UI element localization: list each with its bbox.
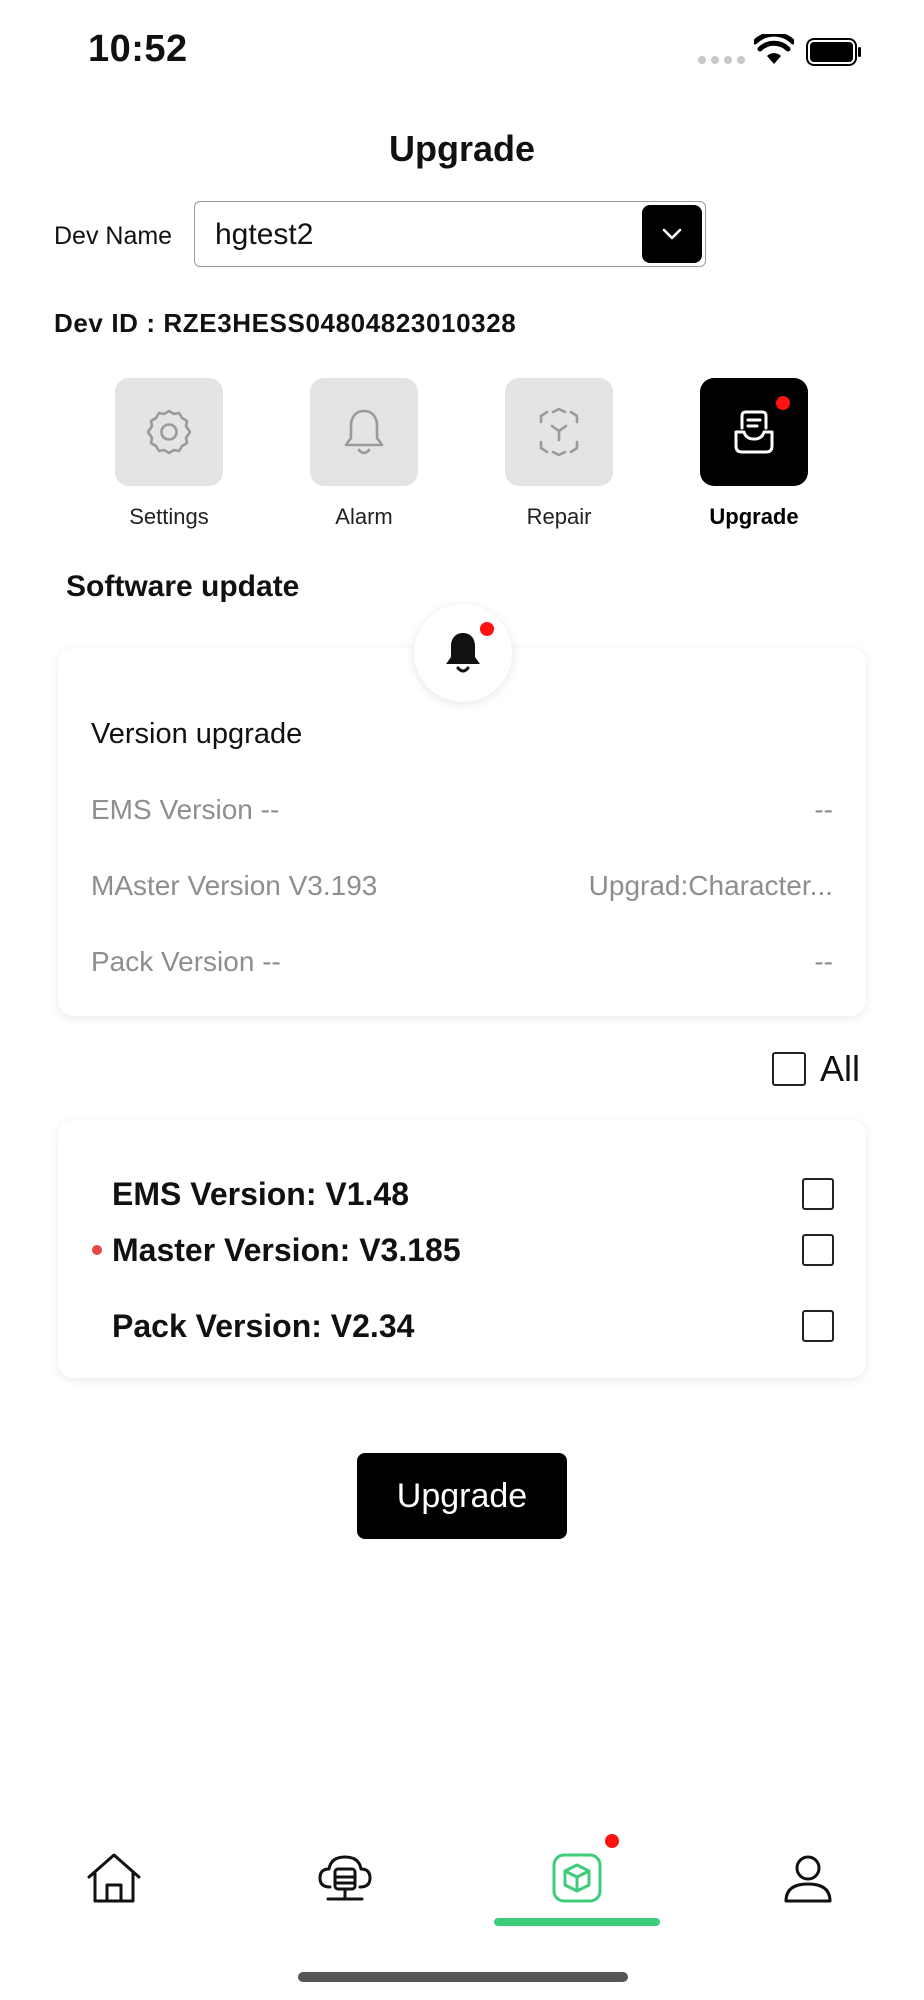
nav-profile[interactable] — [776, 1846, 840, 1910]
option-row-master[interactable]: Master Version: V3.185 — [112, 1230, 834, 1270]
option-checkbox[interactable] — [802, 1178, 834, 1210]
version-row-label: Pack Version -- — [91, 946, 281, 977]
battery-icon — [806, 38, 861, 66]
version-row-value: Upgrad:Character... — [588, 870, 833, 901]
tab-upgrade[interactable] — [700, 378, 808, 486]
upgrade-button[interactable]: Upgrade — [357, 1453, 567, 1539]
bell-icon — [446, 633, 480, 673]
tab-alarm[interactable] — [310, 378, 418, 486]
user-icon — [784, 1855, 832, 1903]
nav-upgrade-badge — [605, 1834, 619, 1848]
repair-icon — [539, 407, 579, 457]
upgrade-box-icon — [552, 1853, 602, 1903]
bell-icon — [344, 409, 384, 455]
select-all-label: All — [820, 1048, 861, 1089]
notification-bell-button[interactable] — [414, 604, 512, 702]
option-checkbox[interactable] — [802, 1234, 834, 1266]
version-row-ems: EMS Version -- -- — [91, 794, 833, 826]
gear-icon — [146, 409, 192, 455]
tab-alarm-label: Alarm — [335, 504, 393, 529]
version-row-pack: Pack Version -- -- — [91, 946, 833, 978]
dev-name-label: Dev Name — [54, 222, 173, 250]
wifi-icon — [754, 34, 794, 64]
tab-repair-label: Repair — [526, 504, 592, 529]
option-label: EMS Version: V1.48 — [112, 1175, 410, 1212]
nav-home[interactable] — [82, 1846, 146, 1910]
option-row-pack[interactable]: Pack Version: V2.34 — [112, 1306, 834, 1346]
status-time: 10:52 — [88, 28, 188, 70]
option-checkbox[interactable] — [802, 1310, 834, 1342]
device-icon — [318, 1855, 372, 1901]
chevron-down-icon — [662, 228, 682, 240]
select-all[interactable]: All — [772, 1048, 860, 1090]
options-card: EMS Version: V1.48 Master Version: V3.18… — [58, 1120, 866, 1378]
home-indicator — [298, 1972, 628, 1982]
version-upgrade-label: Version upgrade — [91, 718, 303, 750]
home-icon — [87, 1853, 141, 1903]
device-select[interactable]: hgtest2 — [194, 201, 706, 267]
option-marker-dot — [92, 1245, 102, 1255]
select-all-checkbox[interactable] — [772, 1052, 806, 1086]
version-row-master: MAster Version V3.193 Upgrad:Character..… — [91, 870, 833, 902]
version-row-value: -- — [814, 946, 833, 977]
dropdown-button[interactable] — [642, 205, 702, 263]
version-row-label: EMS Version -- — [91, 794, 280, 825]
bell-badge — [480, 622, 494, 636]
nav-device[interactable] — [313, 1846, 377, 1910]
version-card: Version upgrade EMS Version -- -- MAster… — [58, 648, 866, 1016]
section-title: Software update — [66, 570, 300, 603]
nav-active-indicator — [494, 1918, 660, 1926]
tab-upgrade-badge — [776, 396, 790, 410]
tab-repair[interactable] — [505, 378, 613, 486]
tab-upgrade-label: Upgrade — [709, 504, 799, 529]
option-label: Pack Version: V2.34 — [112, 1307, 415, 1344]
upgrade-icon — [734, 410, 774, 454]
cellular-signal-icon — [698, 56, 745, 64]
page-title: Upgrade — [388, 128, 536, 169]
option-row-ems[interactable]: EMS Version: V1.48 — [112, 1174, 834, 1214]
nav-upgrade[interactable] — [545, 1834, 619, 1910]
tab-settings[interactable] — [115, 378, 223, 486]
tab-settings-label: Settings — [129, 504, 209, 529]
version-row-value: -- — [814, 794, 833, 825]
option-label: Master Version: V3.185 — [112, 1231, 461, 1268]
device-id: Dev ID : RZE3HESS04804823010328 — [54, 308, 517, 338]
device-select-value: hgtest2 — [215, 218, 314, 251]
version-row-label: MAster Version V3.193 — [91, 870, 378, 901]
